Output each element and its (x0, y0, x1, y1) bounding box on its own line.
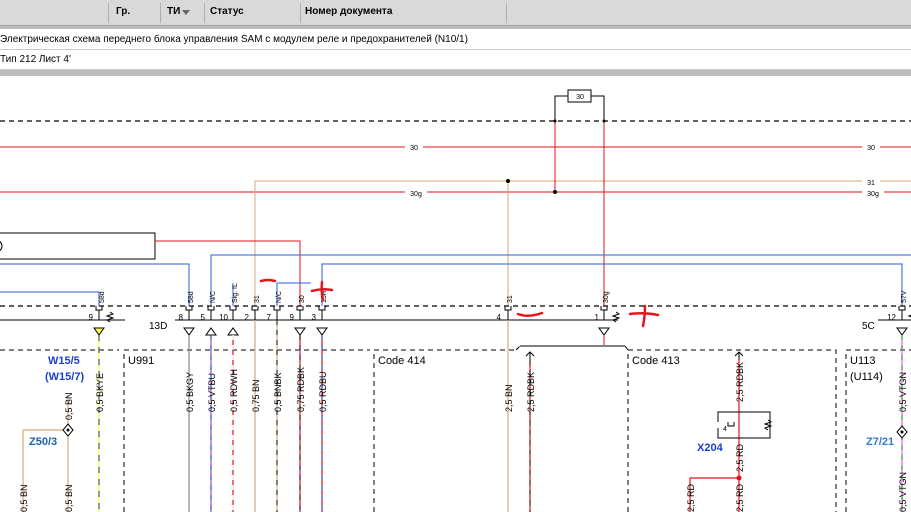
column-separator (204, 3, 205, 23)
pin-number: 5 (201, 313, 206, 322)
module-label: U113 (850, 355, 875, 367)
bus-label: 31 (867, 180, 875, 187)
wire-label: 0,5 BN (19, 484, 29, 512)
triangle-symbol (183, 327, 195, 336)
column-separator (506, 3, 507, 23)
triangle-down-icon[interactable] (182, 10, 190, 15)
module-label: (W15/7) (45, 371, 84, 383)
triangle-symbol (316, 327, 328, 336)
wire-label: 0,5 VTGN (898, 372, 908, 412)
x204-connector: 4 (717, 411, 773, 439)
pin-number: 2 (245, 313, 250, 322)
ground-connectors (62, 423, 908, 439)
wire-label: 2,5 RDBK (526, 372, 536, 412)
pin-name: N/C (210, 291, 217, 303)
pin-name: 30g (603, 291, 610, 303)
wire-label: 0,5 BNBK (273, 372, 283, 412)
x204-pin: 4 (723, 426, 727, 433)
wire-label: 2,5 RDBK (735, 362, 745, 402)
fuse-label: 30 (576, 94, 584, 101)
pin-name: 57V (901, 290, 908, 303)
triangle-symbol (93, 327, 105, 336)
pin-number: 7 (267, 313, 272, 322)
wire-label: 2,5 RD (735, 443, 745, 472)
bus-label: 30g (410, 191, 422, 198)
column-status[interactable]: Статус (210, 6, 244, 17)
annotation-plus (310, 280, 334, 302)
ground-label: Z50/3 (29, 436, 57, 448)
ground-label: X204 (697, 442, 724, 454)
column-separator (160, 3, 161, 23)
triangle-symbol (227, 327, 239, 336)
column-document-number[interactable]: Номер документа (305, 6, 392, 17)
wire-label: 0,5 BN (64, 392, 74, 420)
triangle-symbol (294, 327, 306, 336)
module-label: (U114) (850, 371, 883, 383)
annotation-minus (516, 311, 544, 317)
wire-label: 0,5 BKGY (185, 372, 195, 412)
column-ti[interactable]: ТИ (167, 6, 180, 17)
bus-label: 30g (867, 191, 879, 198)
divider (0, 26, 911, 29)
pin-number: 4 (497, 313, 502, 322)
module-label: Code 413 (632, 355, 680, 367)
pin-name: 58d (99, 291, 106, 303)
pin-number: 3 (312, 313, 317, 322)
pin-name: Sig. IL (232, 283, 239, 303)
document-sheet: Тип 212 Лист 4' (0, 54, 71, 65)
wire-label: 0,5 VTBU (207, 373, 217, 412)
column-separator (108, 3, 109, 23)
triangle-symbol (205, 327, 217, 336)
bus-label: 30 (410, 145, 418, 152)
wire-label: 0,75 BN (251, 379, 261, 412)
wire-label: 0,5 RDWH (229, 369, 239, 412)
connector-label: 13D (149, 321, 167, 332)
column-group[interactable]: Гр. (116, 6, 130, 17)
wire-label: 0,5 RDBU (318, 371, 328, 412)
document-title-row[interactable]: Электрическая схема переднего блока упра… (0, 30, 911, 50)
annotation-minus (259, 278, 277, 283)
junction-dot (553, 190, 557, 194)
triangle-symbol (598, 327, 610, 336)
wire-label: 0,5 VTGN (898, 472, 908, 512)
wire-label: 0,5 BKYE (95, 373, 105, 412)
pin-number: 9 (89, 313, 94, 322)
column-separator (300, 3, 301, 23)
wire-label: 2,5 BN (504, 384, 514, 412)
ground-label: Z7/21 (866, 436, 894, 448)
pin-number: 1 (595, 313, 600, 322)
column-header: Гр. ТИ Статус Номер документа (0, 0, 911, 26)
document-title: Электрическая схема переднего блока упра… (0, 34, 468, 45)
pin-name: N/C (276, 291, 283, 303)
control-module-box (0, 232, 156, 260)
wire-label: 0,75 RDBK (296, 367, 306, 412)
pin-name: 58d (188, 291, 195, 303)
junction-dot (506, 179, 510, 183)
pin-name: 30 (299, 295, 306, 303)
triangle-symbol (896, 327, 908, 336)
annotation-plus (628, 304, 660, 328)
document-sheet-row[interactable]: Тип 212 Лист 4' (0, 50, 911, 70)
pin-number: 8 (179, 313, 184, 322)
module-label: Code 414 (378, 355, 426, 367)
module-label: U991 (128, 355, 154, 367)
connector-label: 5C (862, 321, 875, 332)
wire-label: 2,5 RD (686, 483, 696, 512)
fuse-box: 30 (554, 89, 605, 306)
pin-number: 12 (887, 313, 896, 322)
pin-name: 31 (254, 295, 261, 303)
module-boundaries (0, 345, 911, 512)
pin-number: 9 (290, 313, 295, 322)
pin-number: 10 (219, 313, 228, 322)
module-label: W15/5 (48, 355, 80, 367)
bus-label: 30 (867, 145, 875, 152)
wire-label: 2,5 RD (735, 483, 745, 512)
wiring-diagram[interactable]: 30 30 30 30g 30g 31 58d 58d N/C Sig. IL … (0, 76, 911, 512)
pin-name: 31 (507, 295, 514, 303)
wire-label: 0,5 BN (64, 484, 74, 512)
